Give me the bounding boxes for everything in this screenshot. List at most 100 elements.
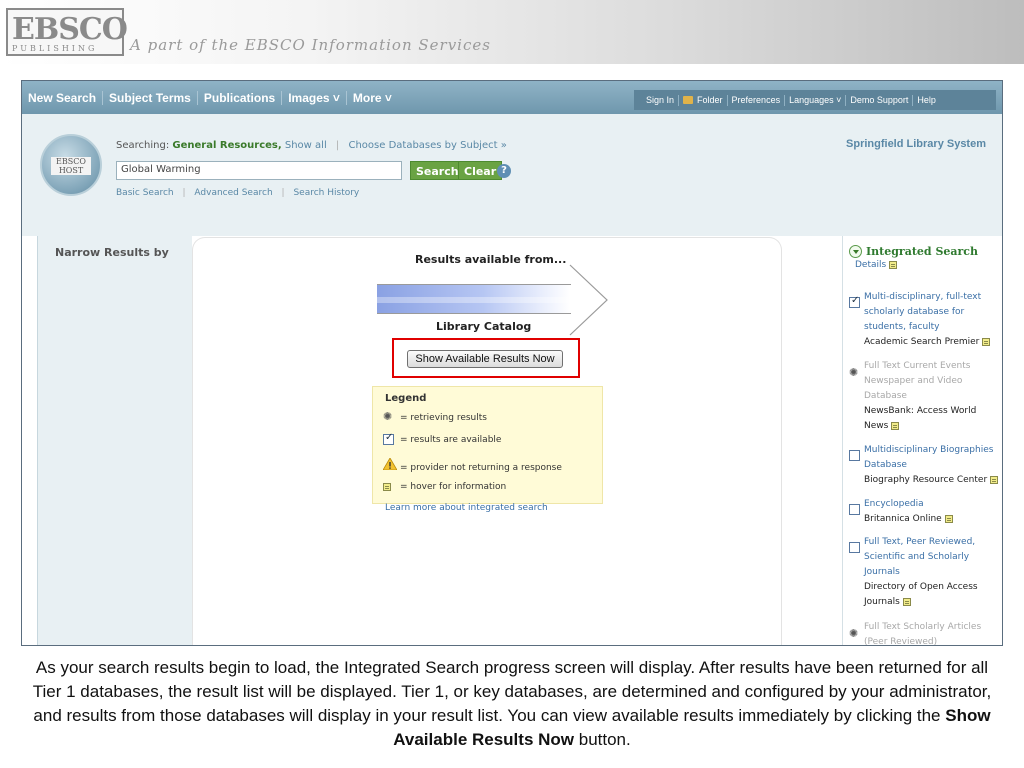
searching-line: Searching: General Resources, Show all |… bbox=[116, 140, 507, 151]
provider-name: Academic Search Premier bbox=[864, 337, 980, 347]
checkbox-unchecked-icon[interactable] bbox=[849, 445, 860, 464]
narrow-results-title: Narrow Results by bbox=[55, 246, 169, 259]
checkbox-checked-icon bbox=[383, 432, 397, 445]
legend-text: = results are available bbox=[400, 435, 502, 445]
nav-more[interactable]: More ˅ bbox=[347, 91, 398, 105]
database-provider: Britannica Online bbox=[864, 512, 1001, 527]
help-icon[interactable]: ? bbox=[497, 164, 511, 178]
database-description: Full Text Current Events Newspaper and V… bbox=[864, 361, 971, 401]
database-provider: Biography Resource Center bbox=[864, 473, 1001, 488]
database-description[interactable]: Multidisciplinary Biographies Database bbox=[864, 443, 1001, 473]
help-link[interactable]: Help bbox=[913, 95, 940, 106]
tagline: A part of the EBSCO Information Services bbox=[130, 36, 491, 54]
search-area: EBSCO HOST Searching: General Resources,… bbox=[22, 114, 1002, 236]
database-provider: NewsBank: Access World News bbox=[864, 404, 1001, 434]
nav-publications[interactable]: Publications bbox=[198, 90, 283, 105]
search-sub-links: Basic Search | Advanced Search | Search … bbox=[116, 188, 359, 198]
separator: | bbox=[281, 188, 285, 198]
database-item[interactable]: Multi-disciplinary, full-text scholarly … bbox=[849, 290, 1001, 350]
folder-icon bbox=[683, 96, 694, 105]
legend-row-available: = results are available bbox=[383, 432, 502, 445]
database-name: General Resources, bbox=[172, 140, 282, 151]
search-history-link[interactable]: Search History bbox=[293, 188, 359, 198]
legend-text: = hover for information bbox=[400, 482, 507, 492]
separator: | bbox=[182, 188, 186, 198]
spinner-icon: ✺ bbox=[383, 410, 393, 423]
warning-icon bbox=[382, 457, 398, 473]
database-item[interactable]: ✺ Full Text Current Events Newspaper and… bbox=[849, 359, 1001, 434]
search-button[interactable]: Search bbox=[410, 161, 465, 180]
nav-subject-terms[interactable]: Subject Terms bbox=[103, 90, 198, 105]
collapse-toggle-icon[interactable] bbox=[849, 245, 862, 258]
database-provider: Academic Search Premier bbox=[864, 335, 1001, 350]
database-item[interactable]: ✺ Full Text Scholarly Articles (Peer Rev… bbox=[849, 620, 1001, 646]
sign-in-link[interactable]: Sign In bbox=[642, 94, 680, 106]
preferences-link[interactable]: Preferences bbox=[728, 94, 786, 106]
provider-name: Directory of Open Access Journals bbox=[864, 582, 978, 607]
basic-search-link[interactable]: Basic Search bbox=[116, 188, 174, 198]
caption-text: As your search results begin to load, th… bbox=[32, 658, 992, 725]
legend-row-not-responding: = provider not returning a response bbox=[382, 457, 562, 473]
nav-new-search[interactable]: New Search bbox=[22, 90, 104, 105]
slide-caption: As your search results begin to load, th… bbox=[30, 656, 994, 752]
database-item[interactable]: Encyclopedia Britannica Online bbox=[849, 497, 1001, 527]
slide-header: EBSCO PUBLISHING A part of the EBSCO Inf… bbox=[0, 0, 1024, 64]
results-available-title: Results available from... bbox=[415, 253, 567, 266]
checkbox-unchecked-icon[interactable] bbox=[849, 499, 860, 518]
show-available-results-button[interactable]: Show Available Results Now bbox=[407, 350, 563, 368]
library-name: Springfield Library System bbox=[846, 138, 986, 150]
note-icon[interactable] bbox=[891, 421, 900, 430]
integrated-search-progress-dialog: Results available from... Library Catalo… bbox=[193, 238, 781, 645]
database-item[interactable]: Multidisciplinary Biographies Database B… bbox=[849, 443, 1001, 488]
folder-label: Folder bbox=[697, 94, 723, 105]
note-icon[interactable] bbox=[902, 597, 911, 606]
choose-databases-link[interactable]: Choose Databases by Subject » bbox=[348, 140, 506, 151]
ebscohost-logo: EBSCO HOST bbox=[40, 134, 102, 196]
logo-text: EBSCO bbox=[12, 12, 128, 47]
separator: | bbox=[335, 140, 340, 151]
advanced-search-link[interactable]: Advanced Search bbox=[194, 188, 272, 198]
nav-left: New Search Subject Terms Publications Im… bbox=[22, 81, 398, 114]
nav-images[interactable]: Images ˅ bbox=[282, 90, 347, 105]
ebscohost-app: New Search Subject Terms Publications Im… bbox=[21, 80, 1003, 646]
clear-button[interactable]: Clear bbox=[458, 161, 503, 180]
database-description[interactable]: Encyclopedia bbox=[864, 497, 1001, 512]
details-link[interactable]: Details bbox=[855, 260, 898, 270]
legend-text: = retrieving results bbox=[400, 413, 487, 423]
integrated-search-title: Integrated Search bbox=[866, 245, 978, 258]
details-label: Details bbox=[855, 260, 887, 270]
search-input[interactable]: Global Warming bbox=[116, 161, 402, 180]
progress-arrow-icon bbox=[569, 264, 608, 336]
legend-row-retrieving: ✺ = retrieving results bbox=[383, 411, 487, 423]
provider-name: Britannica Online bbox=[864, 514, 942, 524]
database-description: Full Text Scholarly Articles (Peer Revie… bbox=[864, 622, 982, 646]
legend-title: Legend bbox=[385, 393, 427, 404]
folder-link[interactable]: Folder bbox=[679, 94, 728, 106]
library-catalog-label: Library Catalog bbox=[436, 320, 532, 333]
note-icon bbox=[383, 482, 397, 492]
ebsco-publishing-logo: EBSCO PUBLISHING bbox=[6, 8, 128, 56]
show-all-link[interactable]: Show all bbox=[285, 140, 327, 151]
narrow-results-panel: Narrow Results by bbox=[37, 236, 192, 645]
note-icon[interactable] bbox=[944, 514, 953, 523]
integrated-search-panel: Integrated Search Details Multi-discipli… bbox=[842, 236, 1002, 646]
provider-name: NewsBank: Access World News bbox=[864, 406, 977, 431]
database-description[interactable]: Multi-disciplinary, full-text scholarly … bbox=[864, 290, 1001, 335]
languages-link[interactable]: Languages ˅ bbox=[785, 94, 847, 106]
note-icon[interactable] bbox=[990, 475, 999, 484]
ebscohost-logo-text: EBSCO HOST bbox=[51, 157, 91, 175]
checkbox-checked-icon[interactable] bbox=[849, 292, 860, 311]
legend-text: = provider not returning a response bbox=[400, 463, 562, 473]
learn-more-link[interactable]: Learn more about integrated search bbox=[385, 503, 548, 513]
database-description[interactable]: Full Text, Peer Reviewed, Scientific and… bbox=[864, 535, 1001, 580]
database-item[interactable]: Full Text, Peer Reviewed, Scientific and… bbox=[849, 535, 1001, 610]
integrated-search-header[interactable]: Integrated Search bbox=[849, 241, 978, 260]
demo-support-link[interactable]: Demo Support bbox=[846, 94, 914, 106]
legend-box: Legend ✺ = retrieving results = results a… bbox=[372, 386, 603, 504]
note-icon[interactable] bbox=[889, 260, 898, 269]
checkbox-unchecked-icon[interactable] bbox=[849, 537, 860, 556]
provider-name: Biography Resource Center bbox=[864, 475, 988, 485]
caption-end: button. bbox=[574, 730, 631, 749]
database-provider: Directory of Open Access Journals bbox=[864, 580, 1001, 610]
note-icon[interactable] bbox=[982, 337, 991, 346]
